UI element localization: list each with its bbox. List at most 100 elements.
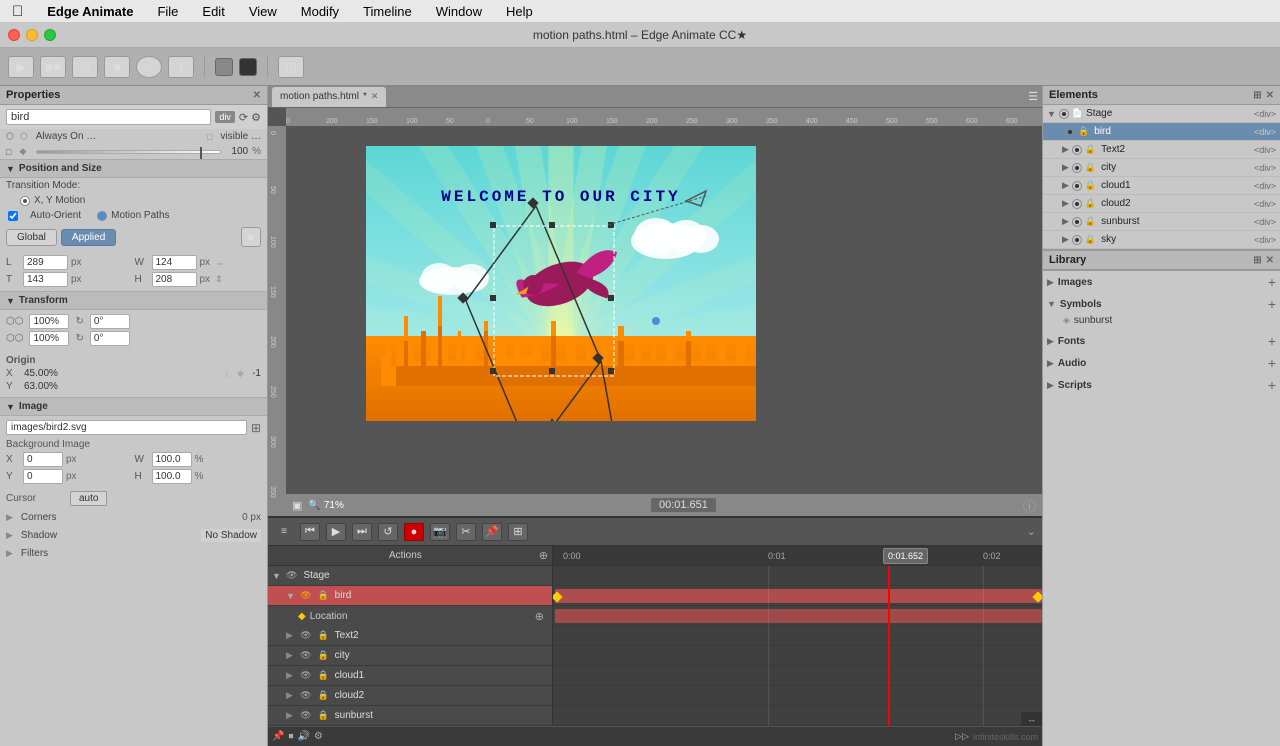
menu-window[interactable]: Window	[432, 4, 486, 19]
track-bird-eye-icon[interactable]: 👁	[300, 590, 311, 601]
track-cloud2[interactable]: ▶ 👁 🔒 cloud2	[268, 686, 552, 706]
el-city[interactable]: ▶ 🔒 city <div>	[1043, 159, 1280, 177]
el-cloud1-expand-icon[interactable]: ▶	[1062, 180, 1069, 191]
tl-bottom-pin-icon[interactable]: 📌	[272, 731, 284, 742]
tool7[interactable]	[215, 58, 233, 76]
element-name-input[interactable]	[6, 109, 211, 125]
track-bird[interactable]: ▼ 👁 🔒 bird	[268, 586, 552, 606]
doc-tab-motion-paths[interactable]: motion paths.html * ✕	[272, 87, 386, 107]
motion-paths-option[interactable]: Motion Paths	[97, 210, 169, 221]
tool5[interactable]: ○	[136, 56, 162, 78]
tool6[interactable]: T	[168, 56, 194, 78]
bg-w-input[interactable]	[152, 452, 192, 467]
menu-file[interactable]: File	[153, 4, 182, 19]
lib-scripts-header[interactable]: ▶ Scripts +	[1047, 376, 1276, 394]
properties-close-icon[interactable]: ✕	[253, 90, 261, 101]
actions-settings-icon[interactable]: ⊕	[539, 549, 548, 562]
image-path-input[interactable]	[6, 420, 247, 435]
track-stage[interactable]: ▼ 👁 Stage	[268, 566, 552, 586]
lib-images-header[interactable]: ▶ Images +	[1047, 273, 1276, 291]
track-text2-expand-icon[interactable]: ▶	[286, 630, 296, 641]
track-location-settings-icon[interactable]: ⊕	[535, 610, 544, 623]
bg-x-input[interactable]	[23, 452, 63, 467]
el-cloud1[interactable]: ▶ 🔒 cloud1 <div>	[1043, 177, 1280, 195]
rotate2-input[interactable]	[90, 331, 130, 346]
auto-orient-checkbox[interactable]	[8, 211, 18, 221]
el-cloud2[interactable]: ▶ 🔒 cloud2 <div>	[1043, 195, 1280, 213]
timeline-expand-icon[interactable]: ⌄	[1027, 525, 1036, 538]
extra-tab-btn[interactable]: ■	[241, 227, 261, 247]
close-button[interactable]	[8, 29, 20, 41]
timeline-play-btn[interactable]: ▶	[326, 523, 346, 541]
el-text2-expand-icon[interactable]: ▶	[1062, 144, 1069, 155]
timeline-step-btn[interactable]: ⏭	[352, 523, 372, 541]
el-cloud2-expand-icon[interactable]: ▶	[1062, 198, 1069, 209]
el-sky-eye-icon[interactable]	[1072, 235, 1082, 245]
lib-fonts-header[interactable]: ▶ Fonts +	[1047, 332, 1276, 350]
minimize-button[interactable]	[26, 29, 38, 41]
lib-scripts-add-icon[interactable]: +	[1268, 378, 1276, 392]
lib-symbols-add-icon[interactable]: +	[1268, 297, 1276, 311]
track-city-expand-icon[interactable]: ▶	[286, 650, 296, 661]
tl-bottom-settings-icon[interactable]: ⚙	[314, 731, 323, 742]
track-sunburst-expand-icon[interactable]: ▶	[286, 710, 296, 721]
track-text2-eye-icon[interactable]: 👁	[300, 630, 311, 641]
library-expand-icon[interactable]: ⊞	[1253, 255, 1261, 266]
el-sunburst-eye-icon[interactable]	[1072, 217, 1082, 227]
track-cloud1-expand-icon[interactable]: ▶	[286, 670, 296, 681]
image-section-header[interactable]: ▼ Image	[0, 397, 267, 416]
position-size-section[interactable]: ▼ Position and Size	[0, 159, 267, 178]
maximize-button[interactable]	[44, 29, 56, 41]
select-tool[interactable]: ▶	[8, 56, 34, 78]
el-city-eye-icon[interactable]	[1072, 163, 1082, 173]
lib-audio-add-icon[interactable]: +	[1268, 356, 1276, 370]
zoom-control[interactable]: 🔍 71%	[308, 500, 343, 511]
tool4[interactable]: ■	[104, 56, 130, 78]
elements-close-icon[interactable]: ✕	[1266, 90, 1274, 101]
lib-fonts-add-icon[interactable]: +	[1268, 334, 1276, 348]
animation-stage[interactable]: WELCOME TO OUR CITY	[366, 146, 756, 424]
el-sunburst[interactable]: ▶ 🔒 sunburst <div>	[1043, 213, 1280, 231]
track-sunburst-eye-icon[interactable]: 👁	[300, 710, 311, 721]
bg-y-input[interactable]	[23, 469, 63, 484]
bg-h-input[interactable]	[152, 469, 192, 484]
timeline-record-btn[interactable]: ●	[404, 523, 424, 541]
track-cloud2-eye-icon[interactable]: 👁	[300, 690, 311, 701]
elements-expand-icon[interactable]: ⊞	[1253, 90, 1261, 101]
menu-edit[interactable]: Edit	[198, 4, 228, 19]
el-text2[interactable]: ▶ 🔒 Text2 <div>	[1043, 141, 1280, 159]
track-cloud1-eye-icon[interactable]: 👁	[300, 670, 311, 681]
doc-tab-close-icon[interactable]: ✕	[371, 91, 379, 102]
scale-x-input[interactable]	[29, 314, 69, 329]
track-cloud2-expand-icon[interactable]: ▶	[286, 690, 296, 701]
el-sunburst-expand-icon[interactable]: ▶	[1062, 216, 1069, 227]
refresh-icon[interactable]: ⟳	[239, 111, 248, 124]
apple-menu[interactable]: 	[8, 3, 27, 20]
tl-bottom-right-icon[interactable]: ▷▷	[955, 731, 969, 742]
el-sky-expand-icon[interactable]: ▶	[1062, 234, 1069, 245]
tool8[interactable]	[239, 58, 257, 76]
info-icon[interactable]: ⓘ	[1023, 496, 1036, 515]
menu-modify[interactable]: Modify	[297, 4, 343, 19]
applied-tab[interactable]: Applied	[61, 229, 116, 246]
settings-icon[interactable]: ⚙	[251, 111, 261, 124]
el-cloud1-eye-icon[interactable]	[1072, 181, 1082, 191]
el-city-expand-icon[interactable]: ▶	[1062, 162, 1069, 173]
el-sky[interactable]: ▶ 🔒 sky <div>	[1043, 231, 1280, 249]
timeline-loop-btn[interactable]: ↺	[378, 523, 398, 541]
xy-motion-option[interactable]: X, Y Motion	[20, 195, 85, 206]
lib-images-add-icon[interactable]: +	[1268, 275, 1276, 289]
el-stage-expand-icon[interactable]: ▼	[1047, 109, 1056, 119]
grid-tool[interactable]: ◫	[278, 56, 304, 78]
timeline-clip-btn[interactable]: ✂	[456, 523, 476, 541]
timeline-camera-btn[interactable]: 📷	[430, 523, 450, 541]
tool2[interactable]: ■■	[40, 56, 66, 78]
lib-symbols-header[interactable]: ▼ Symbols +	[1047, 295, 1276, 313]
el-cloud2-eye-icon[interactable]	[1072, 199, 1082, 209]
transform-section[interactable]: ▼ Transform	[0, 291, 267, 310]
timeline-pin-btn[interactable]: 📌	[482, 523, 502, 541]
el-stage[interactable]: ▼ 📄 Stage <div>	[1043, 105, 1280, 123]
t-input[interactable]	[23, 272, 68, 287]
doc-panel-options-icon[interactable]: ☰	[1028, 90, 1038, 103]
l-input[interactable]	[23, 255, 68, 270]
